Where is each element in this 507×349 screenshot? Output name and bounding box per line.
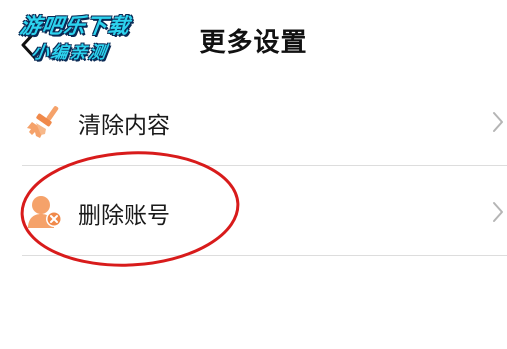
broom-icon [27, 106, 59, 138]
divider [22, 255, 507, 256]
settings-item-clear-content[interactable]: 清除内容 [22, 78, 507, 166]
watermark: 游吧乐下载 小编亲测 [6, 8, 156, 64]
chevron-right-icon [493, 112, 503, 132]
watermark-line2: 小编亲测 [30, 43, 110, 63]
settings-item-label: 清除内容 [78, 113, 170, 139]
settings-item-delete-account[interactable]: 删除账号 [22, 168, 507, 256]
divider [22, 165, 507, 166]
watermark-line1: 游吧乐下载 [18, 14, 132, 38]
delete-user-icon [28, 196, 62, 228]
chevron-right-icon [493, 202, 503, 222]
settings-item-label: 删除账号 [78, 203, 170, 229]
